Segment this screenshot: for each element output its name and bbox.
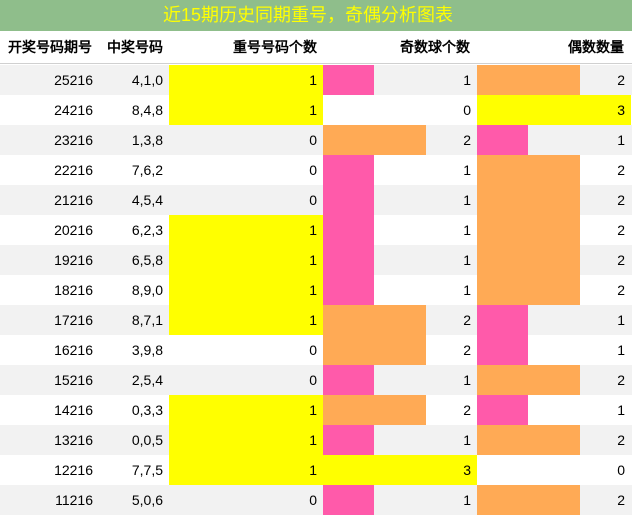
repeat-cell: 0 [309,372,317,388]
header-repeat: 重号号码个数 [233,39,317,55]
table-row: 20216 6,2,3 1 1 2 [0,215,632,245]
numbers-cell: 3,9,8 [131,342,163,358]
issue-cell: 25216 [54,72,93,88]
numbers-cell: 7,7,5 [131,462,163,478]
even-cell: 2 [617,372,625,388]
odd-cell: 1 [463,372,471,388]
odd-cell: 1 [463,432,471,448]
repeat-cell: 0 [309,492,317,508]
chart-title: 近15期历史同期重号，奇偶分析图表 [0,0,632,31]
even-cell: 2 [617,162,625,178]
repeat-cell: 0 [309,192,317,208]
repeat-cell: 1 [309,222,317,238]
table-row: 15216 2,5,4 0 1 2 [0,365,632,395]
issue-cell: 12216 [54,462,93,478]
table-row: 18216 8,9,0 1 1 2 [0,275,632,305]
table-row: 11216 5,0,6 0 1 2 [0,485,632,515]
issue-cell: 20216 [54,222,93,238]
table-row: 25216 4,1,0 1 1 2 [0,65,632,95]
table-row: 12216 7,7,5 1 3 0 [0,455,632,485]
odd-cell: 0 [463,102,471,118]
issue-cell: 19216 [54,252,93,268]
repeat-cell: 1 [309,282,317,298]
odd-cell: 2 [463,342,471,358]
table-row: 19216 6,5,8 1 1 2 [0,245,632,275]
header-even: 偶数数量 [568,39,624,55]
even-cell: 1 [617,402,625,418]
numbers-cell: 4,1,0 [131,72,163,88]
issue-cell: 16216 [54,342,93,358]
even-cell: 1 [617,132,625,148]
numbers-cell: 5,0,6 [131,492,163,508]
table-row: 14216 0,3,3 1 2 1 [0,395,632,425]
repeat-cell: 0 [309,162,317,178]
repeat-cell: 1 [309,462,317,478]
issue-cell: 14216 [54,402,93,418]
even-cell: 1 [617,312,625,328]
repeat-cell: 1 [309,432,317,448]
table-header: 开奖号码期号 中奖号码 重号号码个数 奇数球个数 偶数数量 [0,31,632,64]
issue-cell: 22216 [54,162,93,178]
repeat-cell: 0 [309,132,317,148]
odd-cell: 1 [463,192,471,208]
odd-cell: 1 [463,282,471,298]
repeat-cell: 1 [309,312,317,328]
even-cell: 2 [617,72,625,88]
table-row: 21216 4,5,4 0 1 2 [0,185,632,215]
even-cell: 2 [617,192,625,208]
even-cell: 2 [617,222,625,238]
even-cell: 2 [617,252,625,268]
issue-cell: 24216 [54,102,93,118]
odd-cell: 1 [463,72,471,88]
issue-cell: 18216 [54,282,93,298]
table-row: 16216 3,9,8 0 2 1 [0,335,632,365]
issue-cell: 21216 [54,192,93,208]
even-cell: 2 [617,432,625,448]
odd-cell: 2 [463,312,471,328]
issue-cell: 13216 [54,432,93,448]
even-cell: 1 [617,342,625,358]
odd-cell: 1 [463,492,471,508]
table-row: 17216 8,7,1 1 2 1 [0,305,632,335]
repeat-cell: 1 [309,102,317,118]
odd-cell: 3 [463,462,471,478]
header-issue: 开奖号码期号 [8,39,92,55]
repeat-cell: 1 [309,72,317,88]
numbers-cell: 8,4,8 [131,102,163,118]
even-cell: 3 [617,102,625,118]
numbers-cell: 7,6,2 [131,162,163,178]
table-row: 22216 7,6,2 0 1 2 [0,155,632,185]
numbers-cell: 8,9,0 [131,282,163,298]
numbers-cell: 8,7,1 [131,312,163,328]
odd-cell: 1 [463,252,471,268]
odd-cell: 1 [463,162,471,178]
odd-cell: 2 [463,132,471,148]
header-numbers: 中奖号码 [107,39,163,55]
header-odd: 奇数球个数 [400,39,470,55]
repeat-cell: 0 [309,342,317,358]
issue-cell: 11216 [55,492,93,508]
numbers-cell: 4,5,4 [131,192,163,208]
repeat-cell: 1 [309,402,317,418]
numbers-cell: 2,5,4 [131,372,163,388]
table-row: 24216 8,4,8 1 0 3 [0,95,632,125]
even-cell: 2 [617,282,625,298]
numbers-cell: 0,0,5 [131,432,163,448]
data-table-body: 25216 4,1,0 1 1 2 24216 8,4,8 1 0 3 23216 1,3,8 0 2 1 2… [0,65,632,515]
numbers-cell: 6,5,8 [131,252,163,268]
numbers-cell: 6,2,3 [131,222,163,238]
issue-cell: 23216 [54,132,93,148]
numbers-cell: 0,3,3 [131,402,163,418]
odd-cell: 1 [463,222,471,238]
odd-cell: 2 [463,402,471,418]
table-row: 23216 1,3,8 0 2 1 [0,125,632,155]
repeat-cell: 1 [309,252,317,268]
issue-cell: 17216 [54,312,93,328]
even-cell: 2 [617,492,625,508]
numbers-cell: 1,3,8 [131,132,163,148]
even-cell: 0 [617,462,625,478]
issue-cell: 15216 [54,372,93,388]
table-row: 13216 0,0,5 1 1 2 [0,425,632,455]
